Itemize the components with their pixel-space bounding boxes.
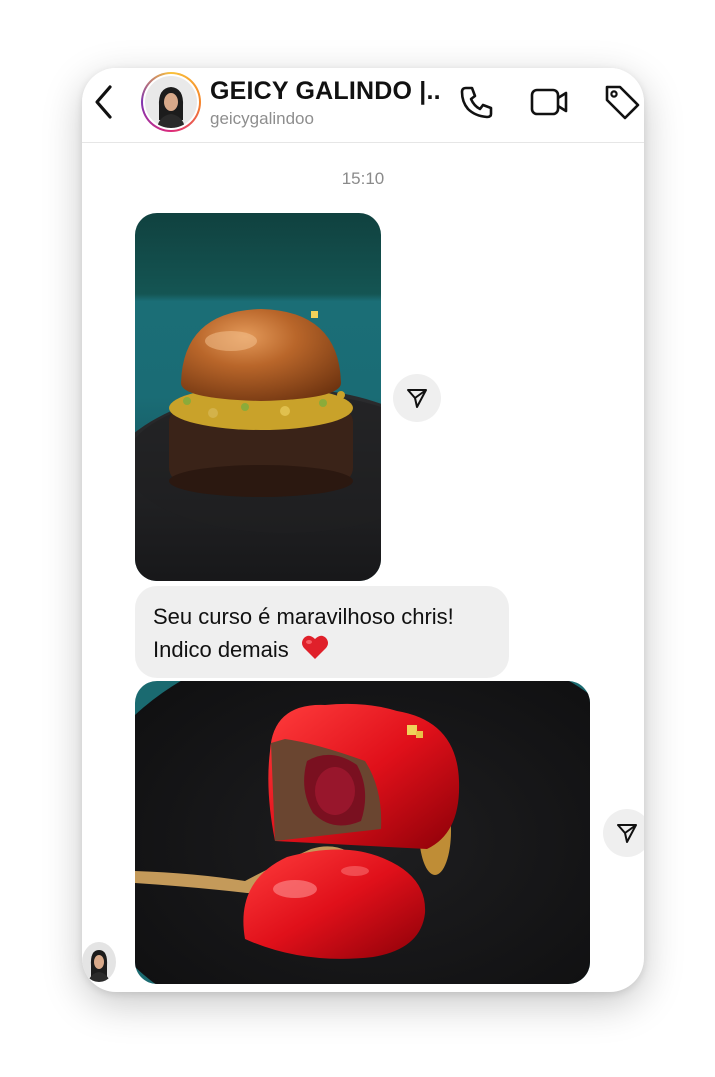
avatar-photo xyxy=(82,942,116,982)
message-text-line-2: Indico demais xyxy=(153,637,289,662)
message-image-1[interactable] xyxy=(135,213,381,581)
dessert-photo xyxy=(135,213,381,581)
back-chevron-icon xyxy=(95,85,112,119)
chat-header: GEICY GALINDO |... geicygalindoo xyxy=(82,68,644,143)
red-heart-icon xyxy=(301,634,329,669)
phone-icon xyxy=(460,86,493,119)
message-text-line-1: Seu curso é maravilhoso chris! xyxy=(153,604,454,629)
video-camera-icon xyxy=(530,88,568,116)
message-timestamp: 15:10 xyxy=(341,169,385,188)
contact-username: geicygalindoo xyxy=(210,109,314,128)
contact-name[interactable]: GEICY GALINDO |... xyxy=(210,77,442,106)
send-icon xyxy=(617,824,637,843)
dessert-photo xyxy=(135,681,590,984)
avatar-photo xyxy=(145,76,197,128)
call-button[interactable] xyxy=(457,82,497,122)
phone-frame: GEICY GALINDO |... geicygalindoo 15:10 S… xyxy=(82,68,644,992)
send-icon xyxy=(407,389,427,408)
video-call-button[interactable] xyxy=(529,82,569,122)
share-button-2[interactable] xyxy=(603,809,644,857)
back-button[interactable] xyxy=(90,84,118,120)
sender-avatar[interactable] xyxy=(82,942,116,982)
tag-button[interactable] xyxy=(602,82,642,122)
share-button-1[interactable] xyxy=(393,374,441,422)
tag-icon xyxy=(605,85,640,120)
message-image-2[interactable] xyxy=(135,681,590,984)
message-bubble[interactable]: Seu curso é maravilhoso chris! Indico de… xyxy=(135,586,509,678)
contact-avatar[interactable] xyxy=(141,72,201,132)
